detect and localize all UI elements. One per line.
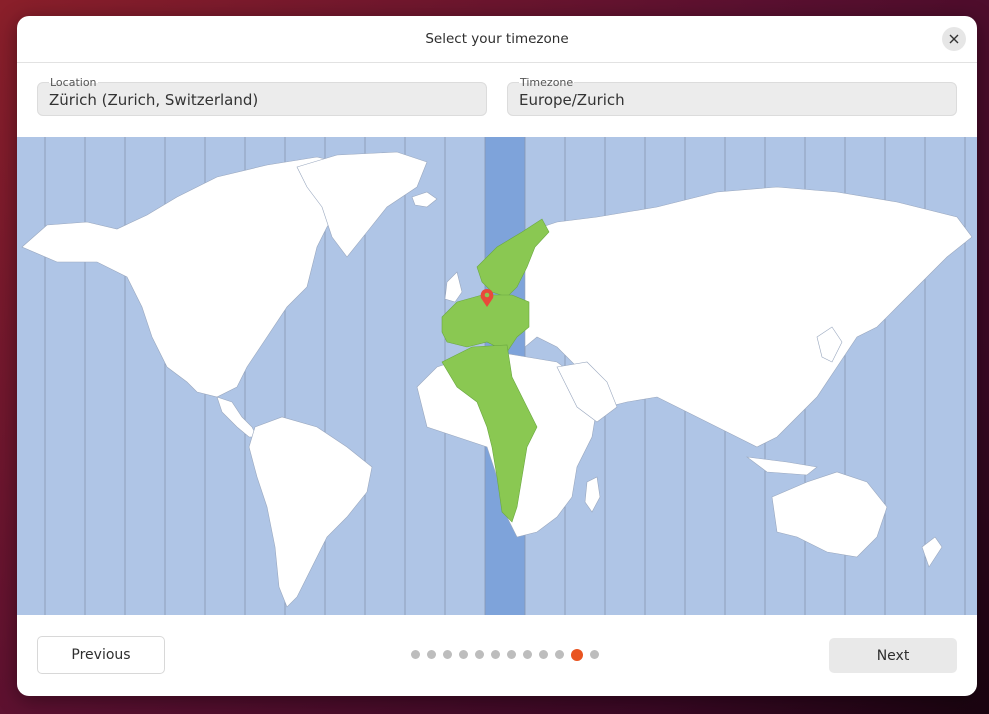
step-dot (554, 650, 564, 659)
dialog-header: Select your timezone (17, 16, 977, 63)
close-icon (949, 34, 959, 44)
timezone-map[interactable] (17, 137, 977, 615)
iceland (411, 191, 438, 208)
step-dot (522, 650, 532, 659)
location-label: Location (49, 76, 98, 89)
step-dot (442, 650, 452, 659)
step-dot (474, 650, 484, 659)
timezone-dialog: Select your timezone Location Zürich (Zu… (17, 16, 977, 696)
close-button[interactable] (942, 27, 966, 51)
step-dot (538, 650, 548, 659)
central-america (216, 396, 258, 438)
step-dot (458, 650, 468, 659)
step-dot (490, 650, 500, 659)
world-map[interactable] (17, 137, 977, 615)
uk (444, 271, 463, 303)
step-dot (589, 650, 599, 659)
location-field[interactable]: Location Zürich (Zurich, Switzerland) (37, 76, 487, 116)
step-dot (410, 650, 420, 659)
madagascar (584, 476, 601, 513)
location-value[interactable]: Zürich (Zurich, Switzerland) (49, 91, 258, 109)
north-america (21, 156, 358, 398)
step-dot (426, 650, 436, 659)
timezone-fields: Location Zürich (Zurich, Switzerland) Ti… (37, 76, 957, 116)
dialog-title: Select your timezone (425, 31, 569, 47)
next-button[interactable]: Next (829, 638, 957, 673)
indonesia (745, 456, 818, 476)
south-america (248, 416, 373, 608)
timezone-field[interactable]: Timezone Europe/Zurich (507, 76, 957, 116)
step-dot (506, 650, 516, 659)
step-dot-active (570, 648, 583, 661)
australia (771, 471, 888, 558)
dialog-footer: Previous Next (17, 615, 977, 696)
timezone-label: Timezone (519, 76, 575, 89)
timezone-value[interactable]: Europe/Zurich (519, 91, 625, 109)
